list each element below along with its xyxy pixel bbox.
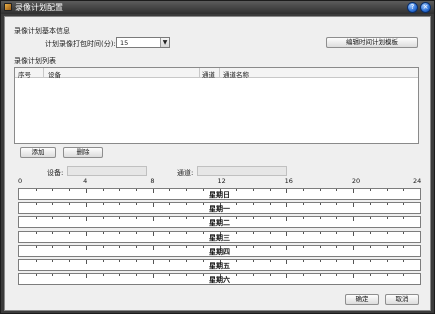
- plan-list-table[interactable]: 序号 设备 通道 通道名称: [14, 67, 419, 144]
- day-label: 星期四: [209, 246, 230, 256]
- day-label: 星期二: [209, 218, 230, 228]
- plan-list-group-title: 录像计划列表: [14, 57, 56, 65]
- pack-time-label: 计划录像打包时间(分):: [45, 40, 116, 48]
- column-header-index[interactable]: 序号: [18, 69, 31, 79]
- recorder-app-icon: [4, 3, 12, 11]
- ok-button[interactable]: 确定: [345, 294, 379, 305]
- day-schedule-row[interactable]: 星期日: [18, 188, 421, 200]
- edit-time-template-button[interactable]: 编辑时间计划模板: [326, 37, 418, 48]
- column-header-channel-name[interactable]: 通道名称: [223, 69, 249, 79]
- scale-tick-label: 12: [217, 177, 226, 185]
- day-label: 星期一: [209, 204, 230, 214]
- scale-tick-label: 24: [413, 177, 422, 185]
- scale-tick-label: 20: [351, 177, 361, 185]
- day-schedule-row[interactable]: 星期一: [18, 202, 421, 215]
- plan-list-header: 序号 设备 通道 通道名称: [15, 68, 418, 79]
- dialog-body: 录像计划基本信息 计划录像打包时间(分): 15 ▼ 编辑时间计划模板 录像计划…: [4, 16, 431, 311]
- column-divider: [43, 68, 44, 77]
- window-title: 录像计划配置: [15, 3, 63, 12]
- column-header-device[interactable]: 设备: [48, 69, 61, 79]
- day-label: 星期六: [209, 275, 230, 285]
- day-schedule-row[interactable]: 星期六: [18, 273, 421, 286]
- delete-button[interactable]: 删除: [63, 147, 103, 158]
- basic-info-group-title: 录像计划基本信息: [14, 27, 70, 35]
- day-schedule-row[interactable]: 星期三: [18, 230, 421, 243]
- close-icon[interactable]: ×: [420, 2, 431, 13]
- scale-tick-label: 4: [83, 177, 88, 185]
- scale-tick-label: 8: [150, 177, 155, 185]
- device-label: 设备:: [47, 169, 64, 177]
- column-divider: [219, 68, 220, 77]
- record-plan-config-window: 录像计划配置 ? × 录像计划基本信息 计划录像打包时间(分): 15 ▼ 编辑…: [0, 0, 435, 314]
- device-display: [67, 166, 147, 176]
- pack-time-value: 15: [120, 39, 129, 47]
- day-label: 星期三: [209, 232, 230, 242]
- scale-tick-label: 16: [284, 177, 293, 185]
- day-label: 星期五: [209, 261, 230, 270]
- add-button[interactable]: 添加: [20, 147, 56, 158]
- day-schedule-row[interactable]: 星期五: [18, 259, 421, 271]
- channel-label: 通道:: [177, 169, 194, 177]
- help-icon[interactable]: ?: [407, 2, 418, 13]
- day-schedule-row[interactable]: 星期四: [18, 244, 421, 257]
- chevron-down-icon[interactable]: ▼: [160, 38, 169, 47]
- title-bar[interactable]: 录像计划配置 ? ×: [1, 1, 434, 14]
- day-label: 星期日: [209, 190, 230, 199]
- column-divider: [199, 68, 200, 77]
- scale-tick-label: 0: [18, 177, 23, 185]
- channel-display: [197, 166, 287, 176]
- cancel-button[interactable]: 取消: [385, 294, 419, 305]
- column-header-channel[interactable]: 通道: [202, 69, 215, 79]
- day-schedule-row[interactable]: 星期二: [18, 216, 421, 229]
- pack-time-select[interactable]: 15 ▼: [116, 37, 170, 48]
